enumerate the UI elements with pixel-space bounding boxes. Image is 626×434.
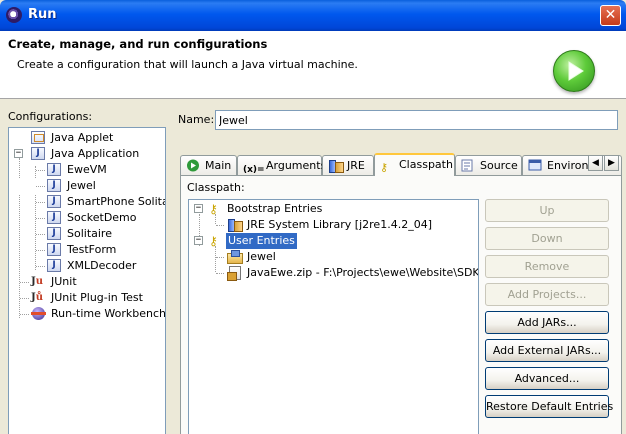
jre-library-icon bbox=[227, 218, 243, 232]
tree-item-java-applet[interactable]: Java Applet bbox=[9, 130, 165, 146]
panel-splitter[interactable] bbox=[168, 101, 170, 434]
title-bar: Run ✕ bbox=[0, 0, 626, 31]
junit-plugin-icon: Jů bbox=[31, 292, 44, 303]
arguments-icon: (x)= bbox=[243, 165, 265, 175]
header-subtitle: Create a configuration that will launch … bbox=[17, 58, 358, 71]
environment-icon bbox=[528, 159, 542, 172]
tree-item-smartphone-solitaire[interactable]: J SmartPhone Solitaire bbox=[9, 194, 165, 210]
tree-item-ewevm[interactable]: J EweVM bbox=[9, 162, 165, 178]
tree-item-runtime-workbench[interactable]: Run-time Workbench bbox=[9, 306, 165, 322]
tree-item-label: XMLDecoder bbox=[67, 259, 137, 272]
tree-item-label: Java Application bbox=[51, 147, 140, 160]
tree-item-junit-plugin-test[interactable]: Jů JUnit Plug-in Test bbox=[9, 290, 165, 306]
collapse-icon[interactable]: − bbox=[194, 204, 203, 213]
up-button[interactable]: Up bbox=[485, 199, 609, 222]
tab-scroll-right-button[interactable]: ▶ bbox=[604, 155, 619, 171]
classpath-icon: ⚷ bbox=[380, 161, 389, 174]
collapse-icon[interactable]: − bbox=[14, 149, 23, 158]
tab-scroll-left-button[interactable]: ◀ bbox=[588, 155, 603, 171]
classpath-entry-label: Jewel bbox=[247, 250, 276, 263]
classpath-entry-bootstrap[interactable]: − ⚷ Bootstrap Entries bbox=[189, 201, 478, 217]
tree-item-java-application[interactable]: − J Java Application bbox=[9, 146, 165, 162]
configurations-label: Configurations: bbox=[8, 110, 93, 123]
add-jars-button[interactable]: Add JARs... bbox=[485, 311, 609, 334]
java-application-icon: J bbox=[31, 147, 45, 160]
eclipse-icon bbox=[6, 7, 22, 23]
tree-item-label: EweVM bbox=[67, 163, 107, 176]
source-icon bbox=[461, 159, 475, 172]
java-config-icon: J bbox=[47, 163, 61, 176]
tree-item-label: Jewel bbox=[67, 179, 96, 192]
tree-item-label: Run-time Workbench bbox=[51, 307, 166, 320]
tab-jre[interactable]: JRE bbox=[322, 155, 374, 176]
tree-item-socketdemo[interactable]: J SocketDemo bbox=[9, 210, 165, 226]
tree-item-solitaire[interactable]: J Solitaire bbox=[9, 226, 165, 242]
runtime-workbench-icon bbox=[31, 307, 46, 320]
remove-button[interactable]: Remove bbox=[485, 255, 609, 278]
user-entries-icon: ⚷ bbox=[209, 234, 218, 248]
junit-icon: Ju bbox=[31, 276, 44, 287]
archive-icon bbox=[227, 266, 242, 281]
name-input[interactable] bbox=[215, 110, 618, 130]
bootstrap-entries-icon: ⚷ bbox=[209, 202, 218, 216]
run-icon bbox=[553, 50, 595, 92]
project-icon bbox=[227, 250, 243, 264]
add-projects-button[interactable]: Add Projects... bbox=[485, 283, 609, 306]
classpath-entry-label: Bootstrap Entries bbox=[227, 202, 323, 215]
tab-main[interactable]: Main bbox=[180, 155, 237, 176]
classpath-entry-jewel[interactable]: Jewel bbox=[189, 249, 478, 265]
restore-default-entries-button[interactable]: Restore Default Entries bbox=[485, 395, 613, 418]
java-config-icon: J bbox=[47, 195, 61, 208]
main-icon bbox=[186, 159, 200, 172]
tree-item-label: JUnit bbox=[51, 275, 77, 288]
classpath-entry-label: JRE System Library [j2re1.4.2_04] bbox=[247, 218, 432, 231]
tree-item-label: SmartPhone Solitaire bbox=[67, 195, 165, 208]
tab-arguments[interactable]: (x)=Arguments bbox=[237, 155, 326, 176]
tree-item-label: Java Applet bbox=[51, 131, 114, 144]
tab-source[interactable]: Source bbox=[455, 155, 522, 176]
classpath-entry-user[interactable]: − ⚷ User Entries bbox=[189, 233, 478, 249]
java-config-icon: J bbox=[47, 227, 61, 240]
collapse-icon[interactable]: − bbox=[194, 236, 203, 245]
classpath-entry-javaewe-zip[interactable]: JavaEwe.zip - F:\Projects\ewe\Website\SD… bbox=[189, 265, 478, 281]
tree-item-label: SocketDemo bbox=[67, 211, 137, 224]
java-config-icon: J bbox=[47, 259, 61, 272]
tree-item-label: JUnit Plug-in Test bbox=[51, 291, 143, 304]
tree-item-junit[interactable]: Ju JUnit bbox=[9, 274, 165, 290]
header-title: Create, manage, and run configurations bbox=[8, 37, 268, 51]
tree-item-xmldecoder[interactable]: J XMLDecoder bbox=[9, 258, 165, 274]
tree-item-label: TestForm bbox=[67, 243, 117, 256]
configurations-tree[interactable]: Java Applet − J Java Application J EweVM… bbox=[8, 127, 166, 434]
java-config-icon: J bbox=[47, 243, 61, 256]
name-label: Name: bbox=[178, 113, 215, 126]
window-title: Run bbox=[28, 7, 57, 22]
down-button[interactable]: Down bbox=[485, 227, 609, 250]
tree-item-jewel[interactable]: J Jewel bbox=[9, 178, 165, 194]
java-applet-icon bbox=[31, 131, 45, 144]
config-tabs: Main (x)=Arguments JRE ⚷ Classpath Source… bbox=[180, 153, 622, 176]
tab-classpath[interactable]: ⚷ Classpath bbox=[374, 153, 455, 176]
advanced-button[interactable]: Advanced... bbox=[485, 367, 609, 390]
java-config-icon: J bbox=[47, 179, 61, 192]
classpath-tree[interactable]: − ⚷ Bootstrap Entries JRE System Library… bbox=[188, 199, 479, 434]
classpath-label: Classpath: bbox=[187, 181, 245, 194]
classpath-entry-jre-library[interactable]: JRE System Library [j2re1.4.2_04] bbox=[189, 217, 478, 233]
tree-item-testform[interactable]: J TestForm bbox=[9, 242, 165, 258]
classpath-entry-label: User Entries bbox=[226, 233, 297, 249]
dialog-header: Create, manage, and run configurations C… bbox=[0, 31, 626, 99]
jre-icon bbox=[328, 159, 344, 173]
add-external-jars-button[interactable]: Add External JARs... bbox=[485, 339, 609, 362]
java-config-icon: J bbox=[47, 211, 61, 224]
classpath-entry-label: JavaEwe.zip - F:\Projects\ewe\Website\SD… bbox=[247, 266, 479, 279]
tree-item-label: Solitaire bbox=[67, 227, 112, 240]
close-button[interactable]: ✕ bbox=[600, 5, 621, 26]
